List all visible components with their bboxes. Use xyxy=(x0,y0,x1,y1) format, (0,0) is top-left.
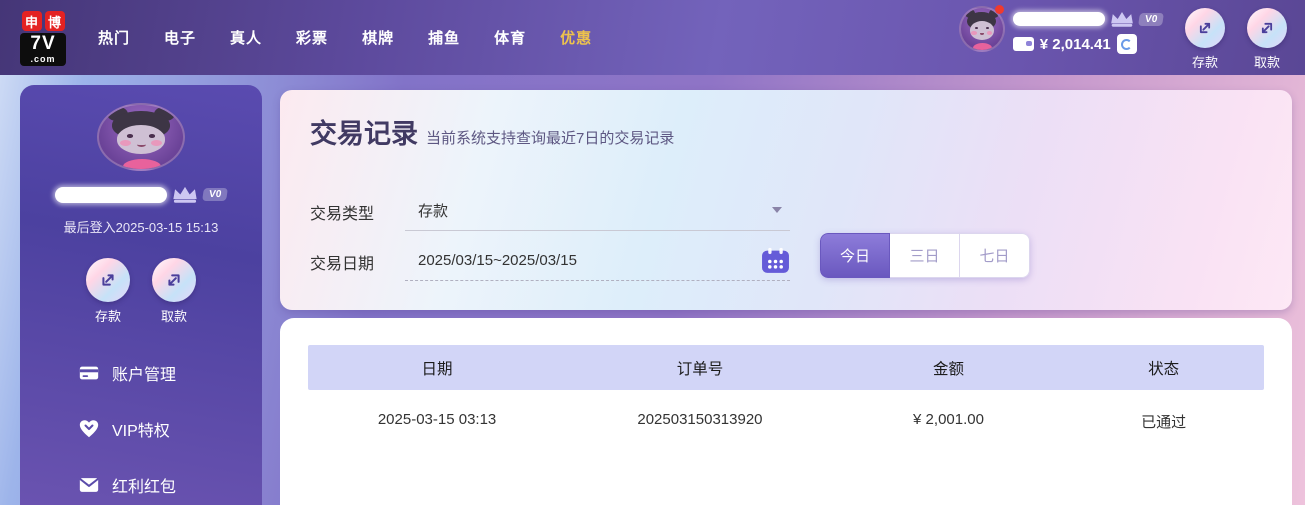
sidebar-item-label: 红利红包 xyxy=(112,479,177,496)
sidebar-vip-badge: V0 xyxy=(201,188,229,201)
range-button-three-days[interactable]: 三日 xyxy=(890,233,960,278)
username-row: V0 xyxy=(1012,10,1164,28)
date-range-button-group: 今日 三日 七日 xyxy=(820,233,1030,278)
range-button-today[interactable]: 今日 xyxy=(820,233,890,278)
header-order-no: 订单号 xyxy=(676,360,724,378)
nav-item-live[interactable]: 真人 xyxy=(230,27,262,48)
sidebar-deposit-icon xyxy=(86,258,130,302)
logo-tld: .com xyxy=(30,54,56,64)
nav-item-sports[interactable]: 体育 xyxy=(494,27,526,48)
sidebar-withdraw-icon xyxy=(152,258,196,302)
transaction-date-input[interactable]: 2025/03/15~2025/03/15 xyxy=(405,240,790,281)
sidebar-username-row: V0 xyxy=(54,185,229,204)
sidebar-withdraw-button[interactable]: 取款 xyxy=(152,258,196,325)
page-title: 交易记录 xyxy=(310,119,418,149)
username-blurred xyxy=(1012,12,1105,26)
withdraw-label: 取款 xyxy=(1253,55,1280,70)
header-date: 日期 xyxy=(421,360,453,378)
cell-status: 已通过 xyxy=(1141,414,1187,431)
last-login-text: 最后登入2025-03-15 15:13 xyxy=(63,220,219,235)
table-row: 2025-03-15 03:13 202503150313920 ¥ 2,001… xyxy=(308,390,1264,432)
user-info: V0 ¥ 2,014.41 xyxy=(1012,10,1164,54)
envelope-icon xyxy=(78,474,100,496)
nav-item-fishing[interactable]: 捕鱼 xyxy=(428,27,460,48)
top-navigation: 申 博 7V .com 热门 电子 真人 彩票 棋牌 捕鱼 体育 优惠 V0 ¥… xyxy=(0,0,1305,75)
transaction-type-select[interactable]: 存款 xyxy=(405,190,790,231)
crown-icon xyxy=(1110,11,1133,27)
user-cluster: V0 ¥ 2,014.41 存款 取款 xyxy=(958,4,1287,71)
wallet-icon xyxy=(1012,37,1034,51)
calendar-picker-button[interactable] xyxy=(761,247,790,274)
transaction-filter-panel: 交易记录 当前系统支持查询最近7日的交易记录 交易类型 存款 交易日期 2025… xyxy=(280,90,1292,310)
deposit-label: 存款 xyxy=(1191,55,1218,70)
range-button-seven-days[interactable]: 七日 xyxy=(960,233,1030,278)
deposit-button[interactable]: 存款 xyxy=(1185,8,1225,71)
sidebar-menu: 账户管理 VIP特权 红利红包 xyxy=(20,353,262,505)
calendar-icon xyxy=(762,247,789,273)
main-menu: 热门 电子 真人 彩票 棋牌 捕鱼 体育 优惠 xyxy=(98,27,592,48)
nav-item-lottery[interactable]: 彩票 xyxy=(296,27,328,48)
page-subtitle: 当前系统支持查询最近7日的交易记录 xyxy=(426,130,675,147)
sidebar-quick-actions: 存款 取款 xyxy=(86,258,196,325)
cell-amount: ¥ 2,001.00 xyxy=(913,411,984,428)
nav-item-promotions[interactable]: 优惠 xyxy=(560,27,592,48)
sidebar-avatar xyxy=(97,103,185,171)
page: 申 博 7V .com 热门 电子 真人 彩票 棋牌 捕鱼 体育 优惠 V0 ¥… xyxy=(0,0,1305,505)
header-amount: 金额 xyxy=(932,360,964,378)
site-logo[interactable]: 申 博 7V .com xyxy=(20,11,66,66)
transaction-table-panel: 日期 订单号 金额 状态 2025-03-15 03:13 2025031503… xyxy=(280,318,1292,505)
vip-level-badge: V0 xyxy=(1137,12,1164,26)
balance-amount: ¥ 2,014.41 xyxy=(1039,35,1111,53)
withdraw-button[interactable]: 取款 xyxy=(1247,8,1287,71)
sidebar-item-account-management[interactable]: 账户管理 xyxy=(20,353,262,393)
transaction-date-label: 交易日期 xyxy=(310,256,375,273)
withdraw-icon xyxy=(1247,8,1287,48)
nav-item-chess[interactable]: 棋牌 xyxy=(362,27,394,48)
refresh-balance-icon[interactable] xyxy=(1116,34,1137,54)
nav-item-slots[interactable]: 电子 xyxy=(164,27,196,48)
sidebar-withdraw-label: 取款 xyxy=(160,309,187,324)
sidebar-item-label: 账户管理 xyxy=(112,367,177,384)
notification-dot xyxy=(994,5,1004,14)
user-avatar[interactable] xyxy=(958,5,1005,52)
table-header-row: 日期 订单号 金额 状态 xyxy=(308,345,1264,390)
transaction-type-label: 交易类型 xyxy=(310,206,375,223)
nav-item-hot[interactable]: 热门 xyxy=(98,27,130,48)
cell-date: 2025-03-15 03:13 xyxy=(377,411,497,428)
header-status: 状态 xyxy=(1148,360,1180,378)
transaction-type-value: 存款 xyxy=(418,202,449,220)
logo-name: 7V xyxy=(30,33,56,54)
sidebar-item-label: VIP特权 xyxy=(112,423,170,440)
sidebar: V0 最后登入2025-03-15 15:13 存款 取款 账户管理 VIP特权… xyxy=(20,85,262,505)
logo-badge-bo: 博 xyxy=(44,11,65,31)
sidebar-crown-icon xyxy=(173,186,197,203)
title-row: 交易记录 当前系统支持查询最近7日的交易记录 xyxy=(310,112,674,151)
sidebar-deposit-button[interactable]: 存款 xyxy=(86,258,130,325)
transaction-date-value: 2025/03/15~2025/03/15 xyxy=(418,251,577,269)
logo-badges: 申 博 xyxy=(21,11,65,31)
vip-heart-icon xyxy=(78,418,100,440)
sidebar-item-bonus-redpacket[interactable]: 红利红包 xyxy=(20,465,262,505)
logo-block: 7V .com xyxy=(20,33,66,66)
cell-order-no: 202503150313920 xyxy=(637,411,763,428)
sidebar-item-vip-privileges[interactable]: VIP特权 xyxy=(20,409,262,449)
sidebar-username-blurred xyxy=(54,186,167,203)
deposit-icon xyxy=(1185,8,1225,48)
logo-badge-shen: 申 xyxy=(21,11,42,31)
sidebar-deposit-label: 存款 xyxy=(94,309,121,324)
balance-row: ¥ 2,014.41 xyxy=(1012,34,1163,54)
chevron-down-icon xyxy=(772,207,782,213)
bank-card-icon xyxy=(78,362,100,384)
